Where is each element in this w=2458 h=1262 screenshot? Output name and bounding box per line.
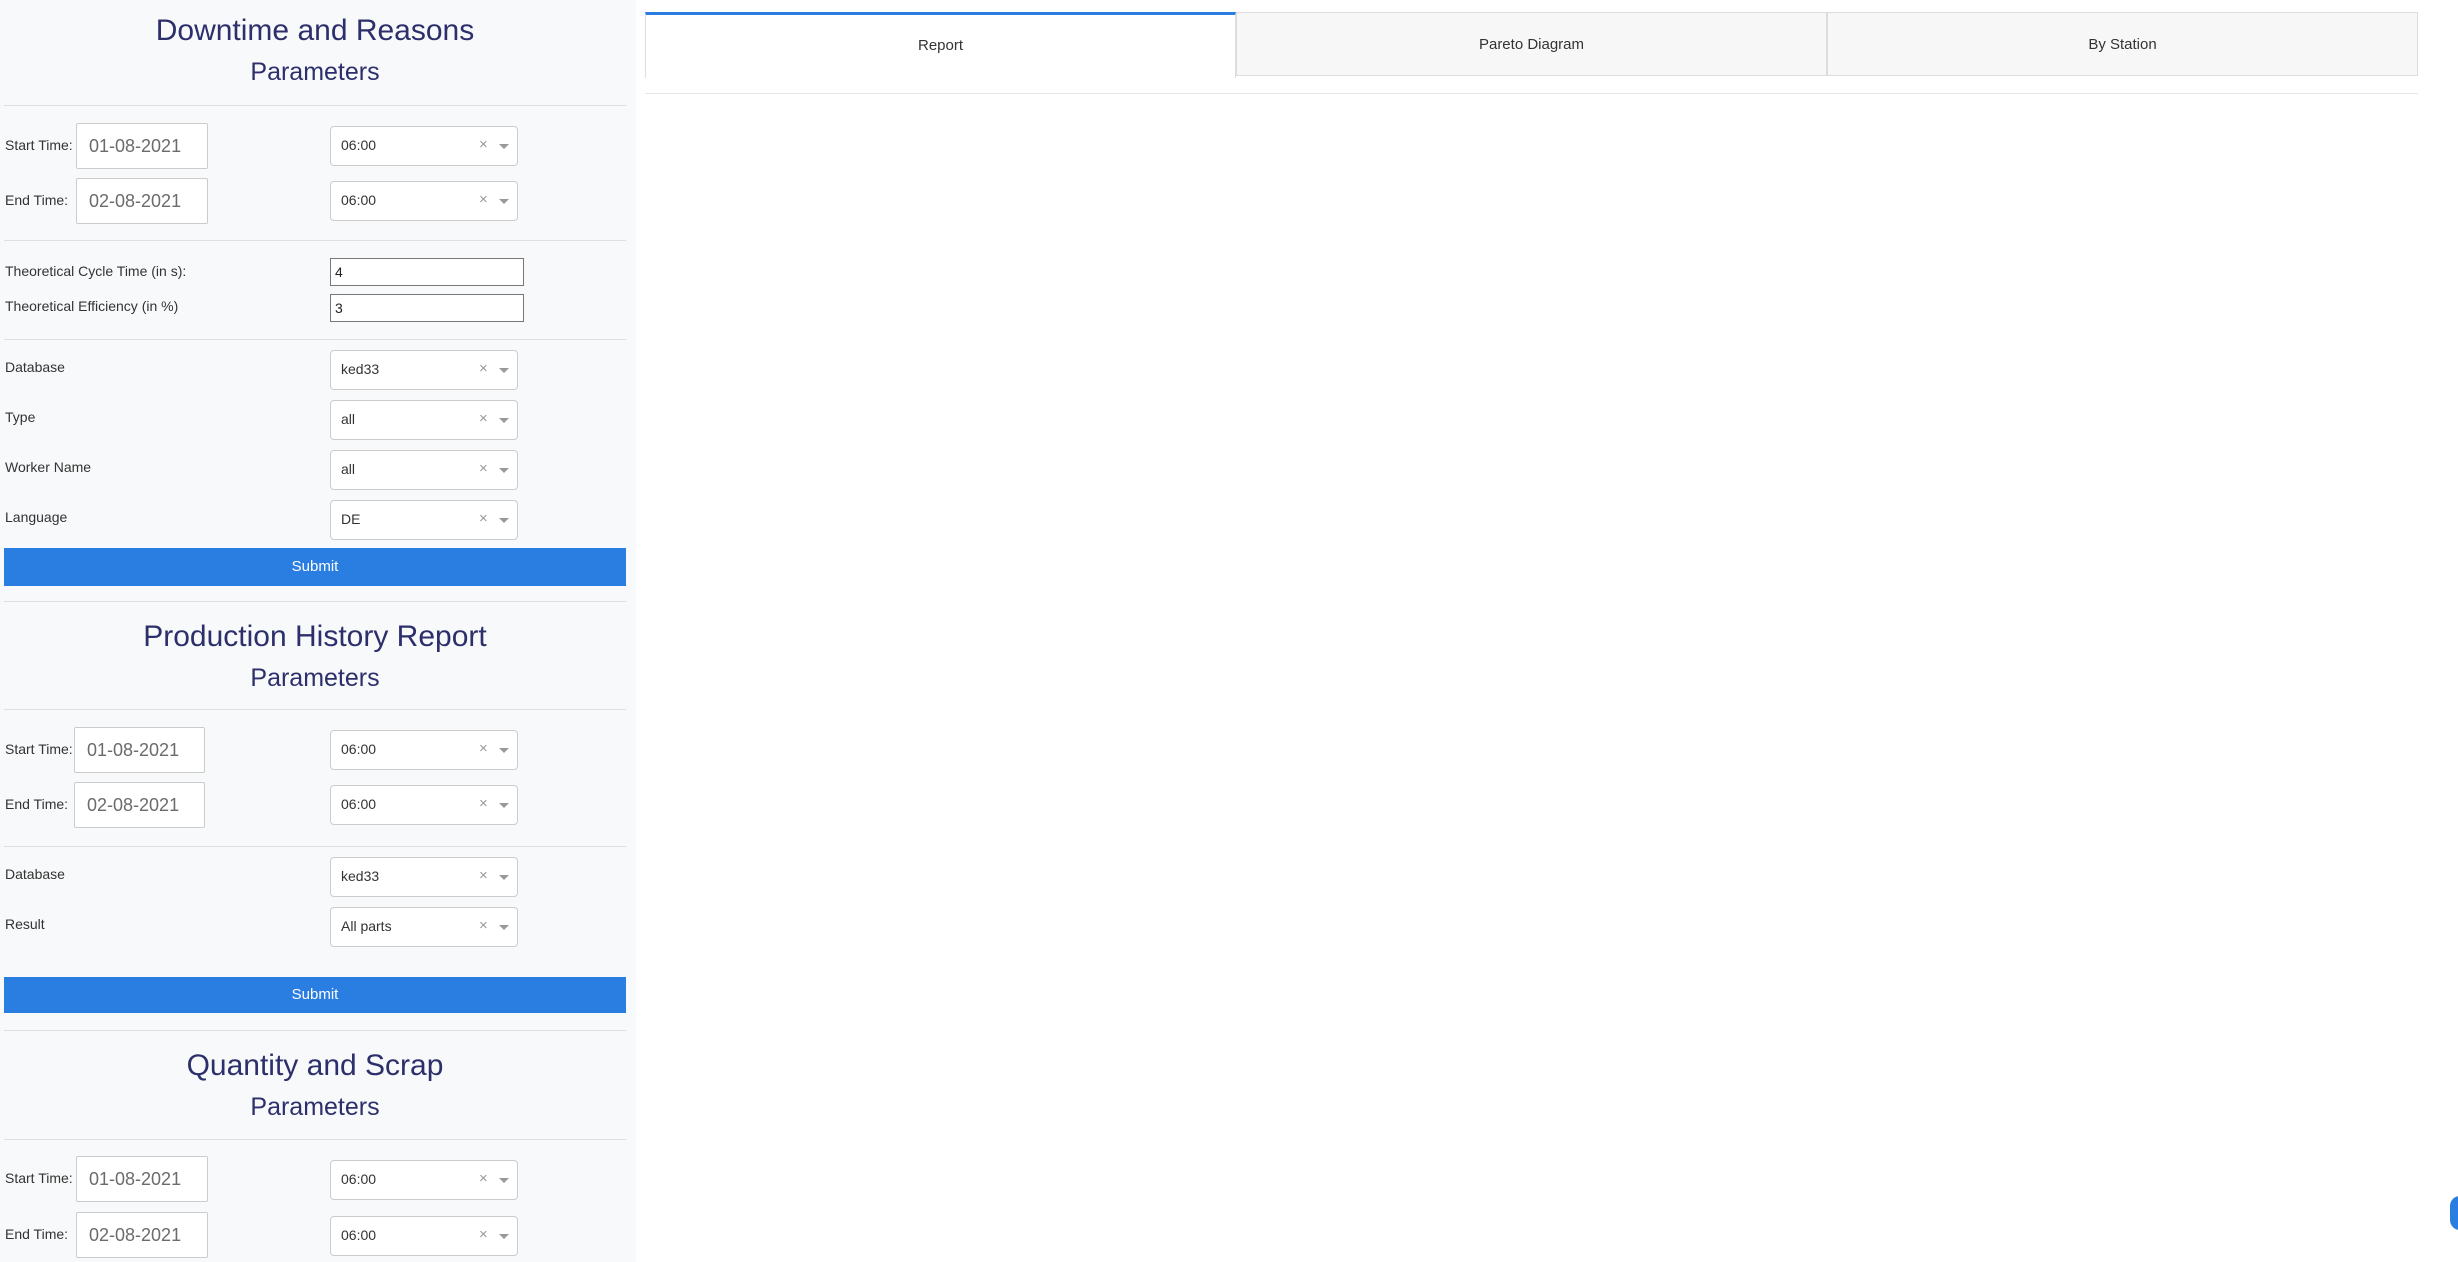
end-date-input[interactable]: 02-08-2021 bbox=[76, 1212, 208, 1258]
end-hour-select[interactable]: 06:00 × bbox=[330, 785, 518, 825]
clear-icon[interactable]: × bbox=[479, 410, 488, 427]
database-label: Database bbox=[5, 866, 65, 882]
start-date-input[interactable]: 01-08-2021 bbox=[76, 123, 208, 169]
end-time-label: End Time: bbox=[5, 796, 69, 812]
divider bbox=[4, 709, 626, 710]
end-time-label: End Time: bbox=[5, 192, 69, 208]
start-time-label: Start Time: bbox=[5, 1170, 73, 1186]
chevron-down-icon[interactable] bbox=[499, 468, 509, 473]
section-subtitle: Parameters bbox=[250, 1093, 380, 1121]
clear-icon[interactable]: × bbox=[479, 795, 488, 812]
tab-bar: Report Pareto Diagram By Station bbox=[645, 12, 2418, 78]
chevron-down-icon[interactable] bbox=[499, 199, 509, 204]
clear-icon[interactable]: × bbox=[479, 1170, 488, 1187]
start-date-input[interactable]: 01-08-2021 bbox=[76, 1156, 208, 1202]
divider bbox=[4, 339, 626, 340]
tab-content-divider bbox=[645, 93, 2418, 94]
start-time-label: Start Time: bbox=[5, 741, 73, 757]
section-title-quantity-scrap: Quantity and Scrap bbox=[186, 1049, 444, 1082]
end-hour-value: 06:00 bbox=[341, 796, 377, 812]
database-value: ked33 bbox=[341, 361, 380, 377]
chevron-down-icon[interactable] bbox=[499, 1234, 509, 1239]
language-select[interactable]: DE × bbox=[330, 500, 518, 540]
chevron-down-icon[interactable] bbox=[499, 925, 509, 930]
efficiency-label: Theoretical Efficiency (in %) bbox=[5, 298, 179, 314]
clear-icon[interactable]: × bbox=[479, 360, 488, 377]
result-value: All parts bbox=[341, 918, 392, 934]
start-hour-value: 06:00 bbox=[341, 137, 377, 153]
divider bbox=[4, 601, 626, 602]
submit-button[interactable]: Submit bbox=[4, 977, 626, 1013]
tab-report[interactable]: Report bbox=[645, 12, 1236, 78]
language-value: DE bbox=[341, 511, 361, 527]
clear-icon[interactable]: × bbox=[479, 191, 488, 208]
clear-icon[interactable]: × bbox=[479, 1226, 488, 1243]
clear-icon[interactable]: × bbox=[479, 867, 488, 884]
chevron-down-icon[interactable] bbox=[499, 748, 509, 753]
type-label: Type bbox=[5, 409, 36, 425]
clear-icon[interactable]: × bbox=[479, 510, 488, 527]
chat-widget-icon[interactable] bbox=[2450, 1196, 2458, 1230]
chevron-down-icon[interactable] bbox=[499, 418, 509, 423]
database-select[interactable]: ked33 × bbox=[330, 350, 518, 390]
end-hour-select[interactable]: 06:00 × bbox=[330, 1216, 518, 1256]
sidebar: Downtime and Reasons Parameters Start Ti… bbox=[0, 0, 636, 1262]
chevron-down-icon[interactable] bbox=[499, 1178, 509, 1183]
end-hour-value: 06:00 bbox=[341, 1227, 377, 1243]
divider bbox=[4, 240, 626, 241]
start-hour-value: 06:00 bbox=[341, 741, 377, 757]
language-label: Language bbox=[5, 509, 68, 525]
result-select[interactable]: All parts × bbox=[330, 907, 518, 947]
tab-by-station[interactable]: By Station bbox=[1827, 12, 2418, 76]
tab-pareto-diagram[interactable]: Pareto Diagram bbox=[1236, 12, 1827, 76]
cycle-time-label: Theoretical Cycle Time (in s): bbox=[5, 263, 187, 279]
end-date-input[interactable]: 02-08-2021 bbox=[74, 782, 205, 828]
end-date-input[interactable]: 02-08-2021 bbox=[76, 178, 208, 224]
type-value: all bbox=[341, 411, 356, 427]
main-content: Report Pareto Diagram By Station bbox=[645, 0, 2458, 1262]
database-label: Database bbox=[5, 359, 65, 375]
efficiency-input[interactable]: 3 bbox=[330, 294, 524, 322]
start-hour-select[interactable]: 06:00 × bbox=[330, 126, 518, 166]
chevron-down-icon[interactable] bbox=[499, 368, 509, 373]
section-subtitle: Parameters bbox=[250, 58, 380, 86]
chevron-down-icon[interactable] bbox=[499, 144, 509, 149]
clear-icon[interactable]: × bbox=[479, 460, 488, 477]
end-hour-value: 06:00 bbox=[341, 192, 377, 208]
start-date-input[interactable]: 01-08-2021 bbox=[74, 727, 205, 773]
start-hour-select[interactable]: 06:00 × bbox=[330, 730, 518, 770]
start-hour-value: 06:00 bbox=[341, 1171, 377, 1187]
clear-icon[interactable]: × bbox=[479, 917, 488, 934]
chevron-down-icon[interactable] bbox=[499, 803, 509, 808]
divider bbox=[4, 1139, 626, 1140]
section-title-downtime: Downtime and Reasons bbox=[155, 14, 475, 47]
worker-name-label: Worker Name bbox=[5, 459, 92, 475]
type-select[interactable]: all × bbox=[330, 400, 518, 440]
database-value: ked33 bbox=[341, 868, 380, 884]
start-hour-select[interactable]: 06:00 × bbox=[330, 1160, 518, 1200]
clear-icon[interactable]: × bbox=[479, 740, 488, 757]
divider bbox=[4, 105, 626, 106]
database-select[interactable]: ked33 × bbox=[330, 857, 518, 897]
section-title-production-history: Production History Report bbox=[143, 620, 487, 653]
start-time-label: Start Time: bbox=[5, 137, 73, 153]
divider bbox=[4, 846, 626, 847]
cycle-time-input[interactable]: 4 bbox=[330, 258, 524, 286]
result-label: Result bbox=[5, 916, 45, 932]
worker-name-value: all bbox=[341, 461, 356, 477]
worker-name-select[interactable]: all × bbox=[330, 450, 518, 490]
chevron-down-icon[interactable] bbox=[499, 518, 509, 523]
submit-button[interactable]: Submit bbox=[4, 548, 626, 586]
end-hour-select[interactable]: 06:00 × bbox=[330, 181, 518, 221]
divider bbox=[4, 1030, 626, 1031]
chevron-down-icon[interactable] bbox=[499, 875, 509, 880]
section-subtitle: Parameters bbox=[250, 664, 380, 692]
end-time-label: End Time: bbox=[5, 1226, 69, 1242]
clear-icon[interactable]: × bbox=[479, 136, 488, 153]
